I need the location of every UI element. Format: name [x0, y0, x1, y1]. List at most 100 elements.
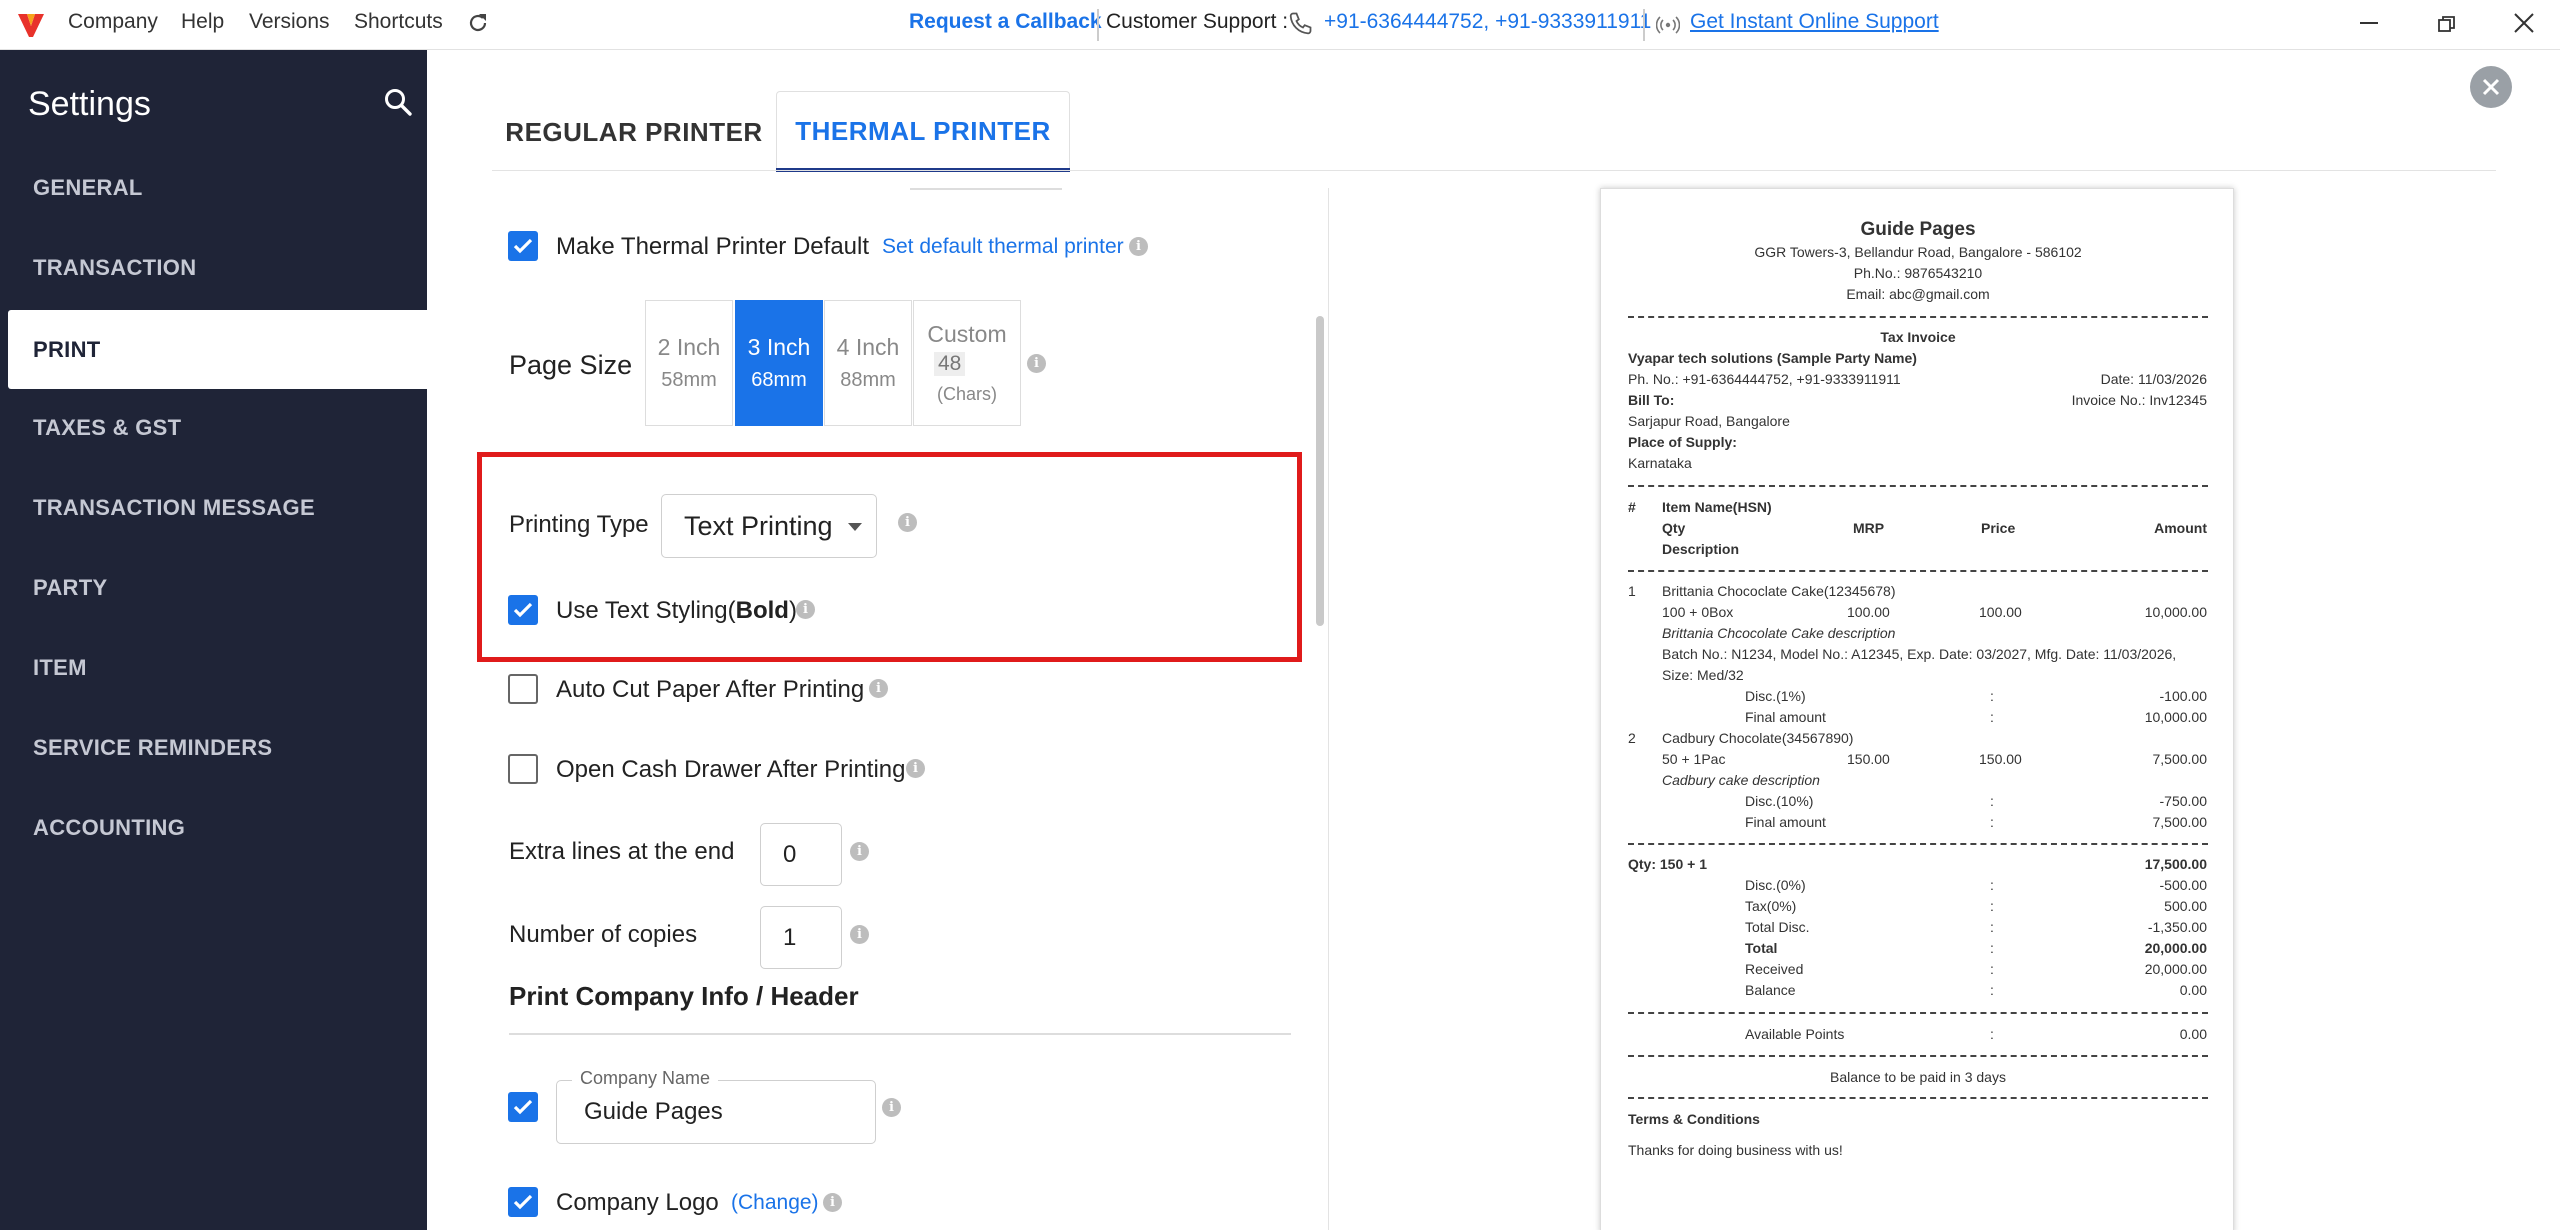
receipt-address: GGR Towers-3, Bellandur Road, Bangalore … [1754, 244, 2082, 260]
item2-disc-label: Disc.(10%) [1745, 793, 1814, 809]
total-label: Tax(0%) [1745, 898, 1797, 914]
info-icon[interactable]: i [796, 600, 815, 619]
col-hash: # [1628, 499, 1636, 515]
sidebar-item-service-reminders[interactable]: SERVICE REMINDERS [0, 708, 427, 787]
printing-type-select[interactable]: Text Printing [661, 494, 877, 558]
set-default-link[interactable]: Set default thermal printer [882, 235, 1124, 259]
search-icon[interactable] [383, 87, 413, 117]
menu-versions[interactable]: Versions [249, 10, 330, 34]
item2-mrp: 150.00 [1847, 751, 1890, 767]
info-icon[interactable]: i [850, 842, 869, 861]
company-name-input[interactable]: Guide Pages [556, 1080, 876, 1144]
total-value: 20,000.00 [2144, 961, 2207, 977]
tab-thermal-printer[interactable]: THERMAL PRINTER [776, 91, 1070, 171]
menu-company[interactable]: Company [68, 10, 158, 34]
scrollbar-thumb[interactable] [1316, 316, 1324, 626]
receipt-bill-address: Sarjapur Road, Bangalore [1628, 413, 1790, 429]
page-size-custom[interactable]: Custom 48 (Chars) [913, 300, 1021, 426]
extra-lines-label: Extra lines at the end [509, 838, 735, 865]
info-icon[interactable]: i [850, 925, 869, 944]
tabs-divider [492, 170, 2496, 171]
copies-input[interactable]: 1 [760, 906, 842, 969]
info-icon[interactable]: i [1027, 354, 1046, 373]
total-value: 20,000.00 [2144, 940, 2207, 956]
sidebar-item-transaction[interactable]: TRANSACTION [0, 228, 427, 307]
page-size-4inch-sub: 88mm [840, 369, 896, 391]
page-size-4inch-name: 4 Inch [836, 334, 900, 360]
colon: : [1990, 982, 1994, 998]
receipt-divider [1628, 1012, 2208, 1014]
page-size-custom-sub: (Chars) [936, 384, 997, 404]
refresh-icon[interactable] [466, 11, 490, 35]
tab-regular-printer[interactable]: REGULAR PRINTER [494, 92, 774, 172]
info-icon[interactable]: i [882, 1098, 901, 1117]
col-item: Item Name(HSN) [1662, 499, 1772, 515]
colon: : [1990, 919, 1994, 935]
sidebar-item-item[interactable]: ITEM [0, 628, 427, 707]
col-qty: Qty [1662, 520, 1686, 536]
divider [1643, 9, 1645, 41]
receipt-divider [1628, 316, 2208, 318]
receipt-invoice-no: Invoice No.: Inv12345 [2071, 392, 2207, 408]
info-icon[interactable]: i [1129, 237, 1148, 256]
colon: : [1990, 877, 1994, 893]
sidebar-item-party[interactable]: PARTY [0, 548, 427, 627]
top-divider [910, 188, 1062, 190]
colon: : [1990, 898, 1994, 914]
total-label: Total [1745, 940, 1778, 956]
close-window-icon[interactable] [2513, 12, 2535, 34]
item2-final: 7,500.00 [2152, 814, 2208, 830]
divider [1097, 9, 1099, 41]
printing-type-value: Text Printing [684, 510, 833, 541]
page-size-2inch[interactable]: 2 Inch 58mm [645, 300, 733, 426]
receipt-divider [1628, 1055, 2208, 1057]
make-default-checkbox[interactable] [508, 231, 538, 261]
change-logo-link[interactable]: (Change) [731, 1191, 819, 1215]
custom-chars-input[interactable]: 48 [934, 352, 966, 376]
copies-label: Number of copies [509, 921, 698, 948]
info-icon[interactable]: i [823, 1193, 842, 1212]
online-support-link[interactable]: Get Instant Online Support [1690, 10, 1939, 34]
close-settings-button[interactable] [2470, 66, 2512, 108]
points-value: 0.00 [2179, 1026, 2207, 1042]
total-label: Total Disc. [1745, 919, 1810, 935]
request-callback-link[interactable]: Request a Callback [909, 10, 1102, 34]
item1-size: Size: Med/32 [1662, 667, 1744, 683]
sidebar-item-general[interactable]: GENERAL [0, 148, 427, 227]
text-styling-label: Use Text Styling(Bold) [556, 597, 797, 624]
sidebar-item-transaction-message[interactable]: TRANSACTION MESSAGE [0, 468, 427, 547]
app-logo-icon [16, 10, 46, 40]
sidebar-item-print[interactable]: PRINT [8, 310, 427, 389]
text-styling-checkbox[interactable] [508, 595, 538, 625]
page-size-4inch[interactable]: 4 Inch 88mm [824, 300, 912, 426]
item1-qty: 100 + 0Box [1662, 604, 1734, 620]
highlight-box [477, 452, 1302, 662]
colon: : [1990, 793, 1994, 809]
item2-final-label: Final amount [1745, 814, 1826, 830]
menu-shortcuts[interactable]: Shortcuts [354, 10, 443, 34]
broadcast-icon [1655, 13, 1681, 37]
info-icon[interactable]: i [898, 513, 917, 532]
company-name-checkbox[interactable] [508, 1092, 538, 1122]
menu-help[interactable]: Help [181, 10, 224, 34]
info-icon[interactable]: i [906, 759, 925, 778]
receipt-place-label: Place of Supply: [1628, 434, 1737, 450]
subtotal: 17,500.00 [2144, 856, 2207, 872]
item2-name: Cadbury Chocolate(34567890) [1662, 730, 1854, 746]
cash-drawer-label: Open Cash Drawer After Printing [556, 756, 906, 783]
extra-lines-input[interactable]: 0 [760, 823, 842, 886]
receipt-date: Date: 11/03/2026 [2100, 371, 2207, 387]
col-price: Price [1981, 520, 2016, 536]
sidebar-item-accounting[interactable]: ACCOUNTING [0, 788, 427, 867]
support-phones[interactable]: +91-6364444752, +91-9333911911 [1324, 10, 1651, 34]
item2-amount: 7,500.00 [2152, 751, 2208, 767]
auto-cut-checkbox[interactable] [508, 674, 538, 704]
customer-support-label: Customer Support : [1106, 10, 1289, 33]
cash-drawer-checkbox[interactable] [508, 754, 538, 784]
info-icon[interactable]: i [869, 679, 888, 698]
minimize-icon[interactable] [2360, 22, 2378, 24]
page-size-3inch[interactable]: 3 Inch 68mm [735, 300, 823, 426]
company-logo-checkbox[interactable] [508, 1187, 538, 1217]
restore-icon[interactable] [2437, 14, 2457, 34]
sidebar-item-taxes-gst[interactable]: TAXES & GST [0, 388, 427, 467]
